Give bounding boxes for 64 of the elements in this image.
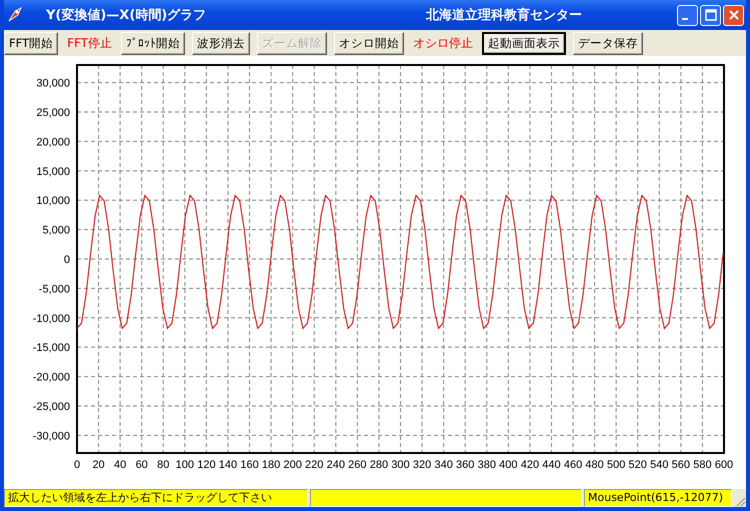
x-tick-label: 440	[542, 459, 561, 471]
x-tick-label: 40	[114, 459, 126, 471]
x-tick-label: 240	[326, 459, 345, 471]
x-tick-label: 580	[693, 459, 712, 471]
y-tick-label: 0	[64, 254, 70, 266]
x-tick-label: 520	[628, 459, 647, 471]
x-tick-label: 140	[218, 459, 238, 471]
rocket-icon	[6, 6, 24, 24]
status-label: オシロ停止	[412, 34, 474, 52]
x-tick-label: 380	[478, 459, 496, 471]
y-tick-label: 30,000	[36, 78, 70, 90]
toolbar-button[interactable]: FFT開始	[4, 32, 58, 54]
x-tick-label: 0	[74, 459, 80, 471]
size-grip-icon	[734, 495, 746, 507]
x-tick-label: 280	[370, 459, 388, 471]
mouse-position: MousePoint(615,-12077)	[584, 489, 732, 507]
toolbar-button[interactable]: 起動画面表示	[482, 32, 566, 54]
x-tick-label: 200	[283, 459, 302, 471]
y-tick-label: 15,000	[36, 166, 70, 178]
x-tick-label: 560	[672, 459, 690, 471]
x-tick-label: 180	[262, 459, 280, 471]
x-tick-label: 320	[412, 459, 432, 471]
x-tick-label: 80	[157, 459, 170, 471]
x-tick-label: 480	[585, 459, 604, 471]
x-tick-label: 340	[434, 459, 453, 471]
x-tick-label: 400	[499, 459, 518, 471]
toolbar-button[interactable]: データ保存	[573, 32, 643, 54]
close-button[interactable]	[723, 4, 744, 26]
y-tick-label: 10,000	[36, 195, 70, 208]
x-tick-label: 120	[197, 459, 216, 471]
y-tick-label: -10,000	[32, 312, 70, 325]
x-tick-label: 160	[240, 459, 259, 471]
x-tick-label: 300	[391, 459, 410, 471]
toolbar-button[interactable]: オシロ開始	[334, 32, 404, 54]
maximize-button[interactable]	[700, 4, 721, 26]
close-icon	[728, 9, 740, 21]
y-tick-label: -5,000	[38, 283, 70, 296]
x-tick-label: 500	[606, 459, 626, 471]
maximize-icon	[704, 9, 716, 21]
y-tick-label: -20,000	[32, 372, 70, 384]
x-tick-label: 260	[348, 459, 367, 471]
x-tick-label: 360	[456, 459, 474, 471]
x-tick-label: 600	[714, 459, 734, 471]
toolbar-button[interactable]: 波形消去	[192, 32, 250, 54]
y-tick-label: 5,000	[42, 224, 70, 237]
x-tick-label: 60	[136, 459, 148, 471]
status-message: 拡大したい領域を左上から右下にドラッグして下さい	[4, 489, 308, 507]
minimize-icon	[682, 18, 688, 20]
y-tick-label: -25,000	[32, 400, 70, 413]
y-tick-label: -15,000	[32, 342, 70, 354]
toolbar-button[interactable]: ﾌﾟﾛｯﾄ開始	[121, 32, 185, 54]
x-tick-label: 100	[176, 459, 194, 471]
y-tick-label: -30,000	[32, 430, 70, 442]
x-tick-label: 20	[92, 459, 105, 471]
minimize-button[interactable]	[677, 4, 698, 26]
x-tick-label: 540	[650, 459, 668, 471]
organization-name: 北海道立理科教育センター	[426, 6, 582, 24]
window-title: Y(変換値)—X(時間)グラフ	[46, 6, 208, 24]
y-tick-label: 20,000	[36, 136, 70, 148]
status-label: FFT停止	[66, 34, 113, 52]
x-tick-label: 420	[520, 459, 540, 471]
x-tick-label: 460	[564, 459, 582, 471]
y-tick-label: 25,000	[36, 107, 70, 120]
x-tick-label: 220	[305, 459, 324, 471]
